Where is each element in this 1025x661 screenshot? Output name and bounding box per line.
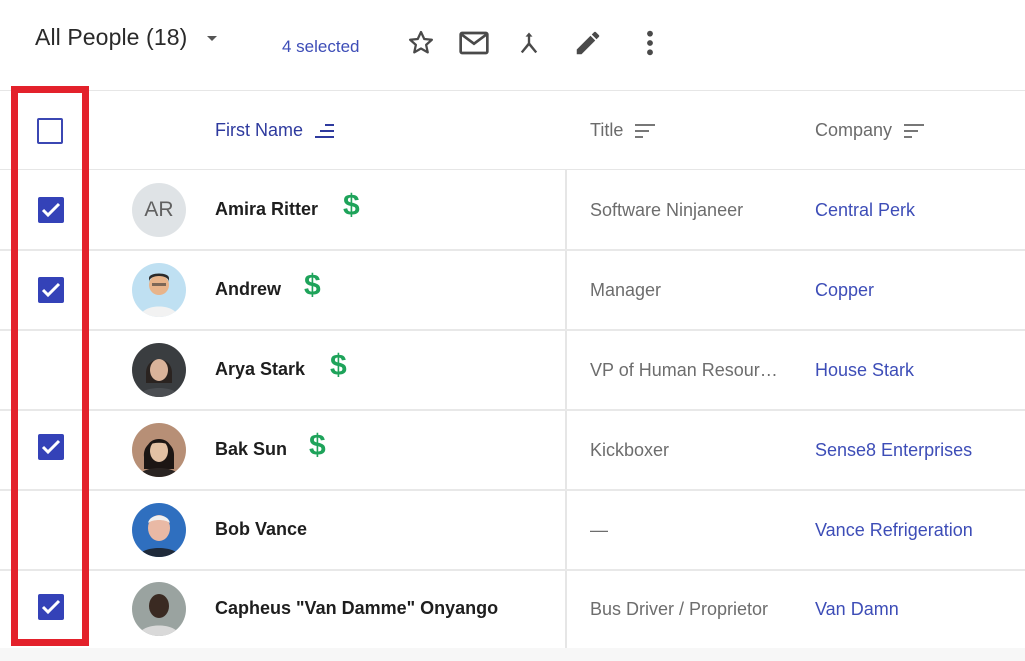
company-link[interactable]: Copper bbox=[815, 280, 874, 301]
table-row[interactable]: Andrew $ Manager Copper bbox=[0, 250, 1025, 331]
table-row[interactable]: Bak Sun $ Kickboxer Sense8 Enterprises bbox=[0, 410, 1025, 491]
view-selector[interactable]: All People (18) bbox=[35, 24, 187, 51]
person-title: VP of Human Resour… bbox=[590, 360, 778, 380]
column-header-first-name[interactable]: First Name bbox=[215, 120, 337, 141]
company-link[interactable]: House Stark bbox=[815, 360, 914, 381]
chevron-down-icon[interactable] bbox=[207, 36, 217, 41]
company-link[interactable]: Vance Refrigeration bbox=[815, 520, 973, 541]
select-all-checkbox[interactable] bbox=[37, 118, 63, 144]
table-row[interactable]: Arya Stark $ VP of Human Resour… House S… bbox=[0, 330, 1025, 411]
person-title: Kickboxer bbox=[590, 440, 670, 460]
avatar[interactable]: AR bbox=[132, 183, 186, 237]
company-link[interactable]: Van Damn bbox=[815, 599, 899, 620]
table-header: First Name Title Company bbox=[0, 91, 1025, 170]
avatar[interactable] bbox=[132, 503, 186, 557]
more-vertical-icon[interactable] bbox=[634, 27, 666, 59]
edit-pencil-icon[interactable] bbox=[572, 27, 604, 59]
person-title: Software Ninjaneer bbox=[590, 200, 744, 220]
table-row[interactable]: Capheus "Van Damme" Onyango Bus Driver /… bbox=[0, 569, 1025, 650]
selected-count: 4 selected bbox=[282, 37, 360, 56]
company-link[interactable]: Central Perk bbox=[815, 200, 915, 221]
sort-ascending-icon[interactable] bbox=[313, 122, 337, 140]
person-title: Manager bbox=[590, 280, 662, 300]
person-name[interactable]: Bob Vance bbox=[215, 519, 307, 540]
avatar[interactable] bbox=[132, 343, 186, 397]
person-name[interactable]: Amira Ritter bbox=[215, 199, 318, 220]
toolbar: All People (18) 4 selected bbox=[0, 0, 1025, 91]
sort-icon[interactable] bbox=[902, 122, 926, 140]
avatar[interactable] bbox=[132, 263, 186, 317]
column-header-company[interactable]: Company bbox=[815, 120, 926, 141]
person-name[interactable]: Bak Sun bbox=[215, 439, 287, 460]
column-header-title[interactable]: Title bbox=[590, 120, 657, 141]
sort-icon[interactable] bbox=[633, 122, 657, 140]
next-row-peek bbox=[0, 648, 1025, 661]
person-title: Bus Driver / Proprietor bbox=[590, 599, 769, 619]
row-checkbox[interactable] bbox=[38, 434, 64, 460]
row-checkbox[interactable] bbox=[38, 277, 64, 303]
person-name[interactable]: Capheus "Van Damme" Onyango bbox=[215, 598, 498, 619]
dollar-icon: $ bbox=[309, 429, 326, 462]
mail-icon[interactable] bbox=[458, 27, 490, 59]
dollar-icon: $ bbox=[343, 189, 360, 222]
person-title: — bbox=[590, 520, 608, 540]
row-checkbox[interactable] bbox=[38, 197, 64, 223]
table-row[interactable]: Bob Vance — Vance Refrigeration bbox=[0, 490, 1025, 571]
star-icon[interactable] bbox=[405, 27, 437, 59]
person-name[interactable]: Andrew bbox=[215, 279, 281, 300]
company-link[interactable]: Sense8 Enterprises bbox=[815, 440, 972, 461]
person-name[interactable]: Arya Stark bbox=[215, 359, 305, 380]
avatar[interactable] bbox=[132, 582, 186, 636]
row-checkbox[interactable] bbox=[38, 594, 64, 620]
table-row[interactable]: AR Amira Ritter $ Software Ninjaneer Cen… bbox=[0, 170, 1025, 251]
dollar-icon: $ bbox=[330, 349, 347, 382]
merge-icon[interactable] bbox=[513, 27, 545, 59]
avatar[interactable] bbox=[132, 423, 186, 477]
dollar-icon: $ bbox=[304, 269, 321, 302]
